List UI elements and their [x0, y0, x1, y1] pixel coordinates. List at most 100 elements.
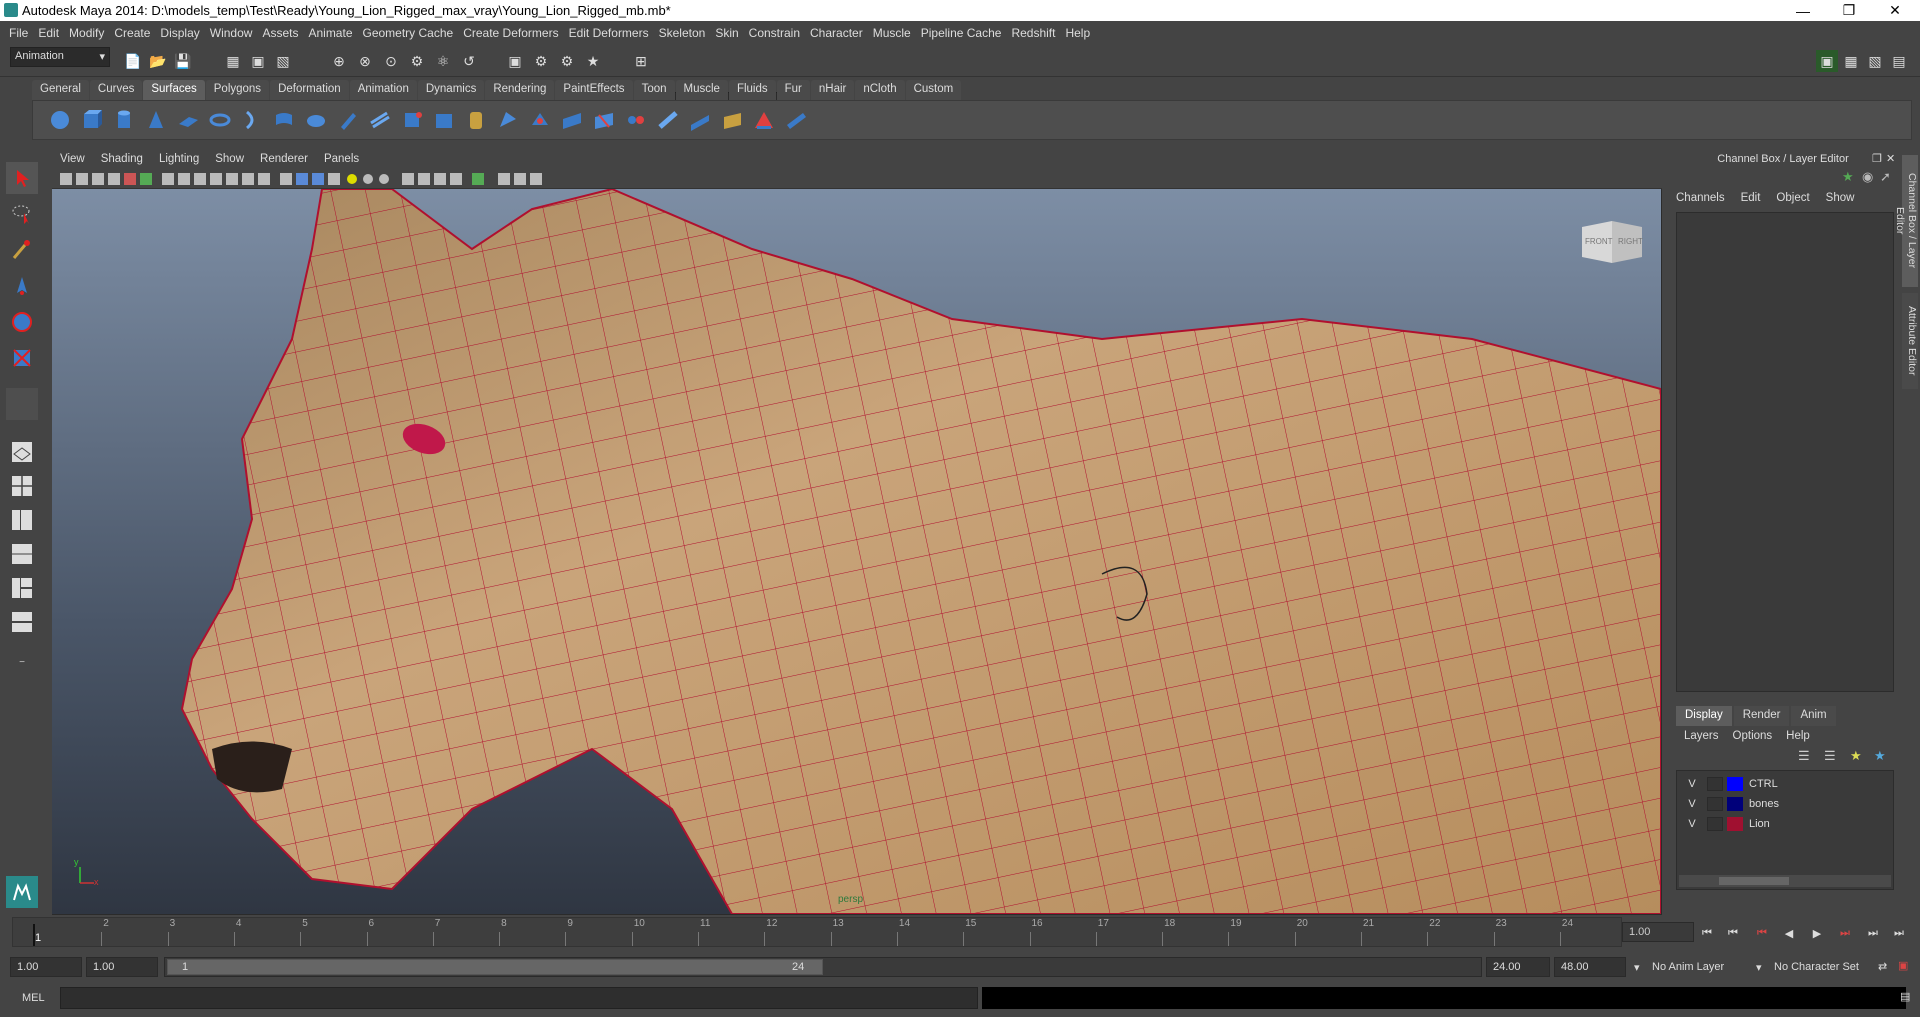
- planar-icon[interactable]: [303, 107, 329, 133]
- snap-view-icon[interactable]: ⚙: [406, 50, 428, 72]
- open-close-icon[interactable]: [751, 107, 777, 133]
- auto-key-icon[interactable]: ⇄: [1878, 960, 1887, 973]
- snap-live-icon[interactable]: ⚛: [432, 50, 454, 72]
- nurbs-cylinder-icon[interactable]: [111, 107, 137, 133]
- nurbs-cone-icon[interactable]: [143, 107, 169, 133]
- layer-type-toggle[interactable]: [1707, 816, 1723, 831]
- nurbs-torus-icon[interactable]: [207, 107, 233, 133]
- shelf-tab-curves[interactable]: Curves: [89, 80, 143, 100]
- bevel-icon[interactable]: [463, 107, 489, 133]
- script-editor-icon[interactable]: ▤: [1900, 990, 1910, 1003]
- vp-menu-lighting[interactable]: Lighting: [159, 153, 199, 165]
- menu-create-deformers[interactable]: Create Deformers: [463, 26, 558, 40]
- layout-hypershade-icon[interactable]: [6, 572, 38, 604]
- layer-visibility-toggle[interactable]: V: [1685, 818, 1699, 830]
- layer-visibility-toggle[interactable]: V: [1685, 778, 1699, 790]
- vp-menu-panels[interactable]: Panels: [324, 153, 359, 165]
- boundary-icon[interactable]: [399, 107, 425, 133]
- current-frame-field[interactable]: 1.00: [1622, 922, 1694, 942]
- layer-add-icon[interactable]: ★: [1850, 748, 1862, 764]
- transform-input-icon[interactable]: ⊞: [630, 50, 652, 72]
- layout-perspective-graph-icon[interactable]: [6, 606, 38, 638]
- menu-modify[interactable]: Modify: [69, 26, 104, 40]
- revolve-icon[interactable]: [239, 107, 265, 133]
- menu-display[interactable]: Display: [160, 26, 199, 40]
- channel-box-area[interactable]: [1676, 212, 1894, 692]
- play-forwards-icon[interactable]: ▶: [1806, 924, 1828, 942]
- layer-type-toggle[interactable]: [1707, 776, 1723, 791]
- menu-assets[interactable]: Assets: [262, 26, 298, 40]
- layout-single-icon[interactable]: [6, 436, 38, 468]
- playback-end-field[interactable]: 24.00: [1486, 957, 1550, 977]
- step-back-key-icon[interactable]: ⏮: [1751, 924, 1773, 942]
- layer-row[interactable]: V bones: [1677, 794, 1893, 813]
- new-scene-icon[interactable]: 📄: [122, 50, 144, 72]
- select-tool-icon[interactable]: [6, 162, 38, 194]
- untrim-icon[interactable]: [623, 107, 649, 133]
- menu-file[interactable]: File: [9, 26, 28, 40]
- maya-home-icon[interactable]: [6, 876, 38, 908]
- menu-edit[interactable]: Edit: [38, 26, 59, 40]
- save-scene-icon[interactable]: 💾: [172, 50, 194, 72]
- attribute-editor-toggle-icon[interactable]: ▦: [1840, 50, 1862, 72]
- menu-help[interactable]: Help: [1065, 26, 1090, 40]
- menu-muscle[interactable]: Muscle: [873, 26, 911, 40]
- align-icon[interactable]: [719, 107, 745, 133]
- layer-row[interactable]: V Lion: [1677, 814, 1893, 833]
- layer-name[interactable]: CTRL: [1749, 778, 1778, 790]
- mel-label[interactable]: MEL: [22, 992, 45, 1004]
- layer-visibility-toggle[interactable]: V: [1685, 798, 1699, 810]
- rotate-tool-icon[interactable]: [6, 306, 38, 338]
- shelf-tab-muscle[interactable]: Muscle: [675, 80, 728, 100]
- shelf-tab-surfaces[interactable]: Surfaces: [143, 80, 205, 100]
- channel-pin-icon[interactable]: ➚: [1880, 169, 1891, 185]
- sculpt-surface-icon[interactable]: [783, 107, 809, 133]
- nurbs-plane-icon[interactable]: [175, 107, 201, 133]
- layer-list-scrollbar[interactable]: [1679, 875, 1891, 887]
- restore-button[interactable]: ❐: [1826, 0, 1872, 21]
- layer-name[interactable]: bones: [1749, 798, 1779, 810]
- detach-icon[interactable]: [687, 107, 713, 133]
- shelf-tab-animation[interactable]: Animation: [349, 80, 417, 100]
- layer-color-swatch[interactable]: [1727, 796, 1743, 811]
- step-forward-frame-icon[interactable]: ⏭: [1862, 924, 1884, 942]
- cb-menu-object[interactable]: Object: [1776, 192, 1809, 204]
- chevron-down-icon[interactable]: ▾: [1756, 961, 1762, 974]
- close-button[interactable]: ✕: [1872, 0, 1918, 21]
- cb-menu-show[interactable]: Show: [1826, 192, 1855, 204]
- menu-edit-deformers[interactable]: Edit Deformers: [569, 26, 649, 40]
- side-tab-attribute-editor[interactable]: Attribute Editor: [1902, 293, 1918, 389]
- cb-menu-edit[interactable]: Edit: [1741, 192, 1761, 204]
- chevron-down-icon[interactable]: ▾: [1634, 961, 1640, 974]
- shelf-tab-deformation[interactable]: Deformation: [270, 80, 349, 100]
- vp-menu-show[interactable]: Show: [215, 153, 244, 165]
- playback-start-field[interactable]: 1.00: [86, 957, 158, 977]
- toolbox-expand-icon[interactable]: −: [6, 646, 38, 678]
- select-component-icon[interactable]: ▧: [272, 50, 294, 72]
- character-set-label[interactable]: No Character Set: [1774, 961, 1859, 973]
- mel-input[interactable]: [60, 987, 978, 1009]
- intersect-icon[interactable]: [527, 107, 553, 133]
- vp-menu-view[interactable]: View: [60, 153, 85, 165]
- select-hierarchy-icon[interactable]: ▦: [222, 50, 244, 72]
- channel-settings-icon[interactable]: ◉: [1862, 169, 1873, 185]
- hypershade-icon[interactable]: ★: [582, 50, 604, 72]
- menu-redshift[interactable]: Redshift: [1011, 26, 1055, 40]
- layout-outliner-icon[interactable]: [6, 504, 38, 536]
- menu-pipeline-cache[interactable]: Pipeline Cache: [921, 26, 1002, 40]
- layer-new-selected-icon[interactable]: ☰: [1824, 748, 1836, 764]
- vp-menu-renderer[interactable]: Renderer: [260, 153, 308, 165]
- layer-tab-anim[interactable]: Anim: [1791, 706, 1836, 726]
- open-scene-icon[interactable]: 📂: [147, 50, 169, 72]
- anim-layer-label[interactable]: No Anim Layer: [1652, 961, 1724, 973]
- shelf-tab-painteffects[interactable]: PaintEffects: [555, 80, 633, 100]
- menu-character[interactable]: Character: [810, 26, 863, 40]
- viewport-scene[interactable]: FRONT RIGHT persp y x: [52, 189, 1661, 914]
- shelf-tab-dynamics[interactable]: Dynamics: [417, 80, 485, 100]
- loft-icon[interactable]: [271, 107, 297, 133]
- shelf-tab-fluids[interactable]: Fluids: [728, 80, 776, 100]
- tool-settings-toggle-icon[interactable]: ▧: [1864, 50, 1886, 72]
- shelf-tab-nhair[interactable]: nHair: [810, 80, 855, 100]
- close-panel-icon[interactable]: ✕: [1886, 152, 1895, 165]
- bevel-plus-icon[interactable]: [495, 107, 521, 133]
